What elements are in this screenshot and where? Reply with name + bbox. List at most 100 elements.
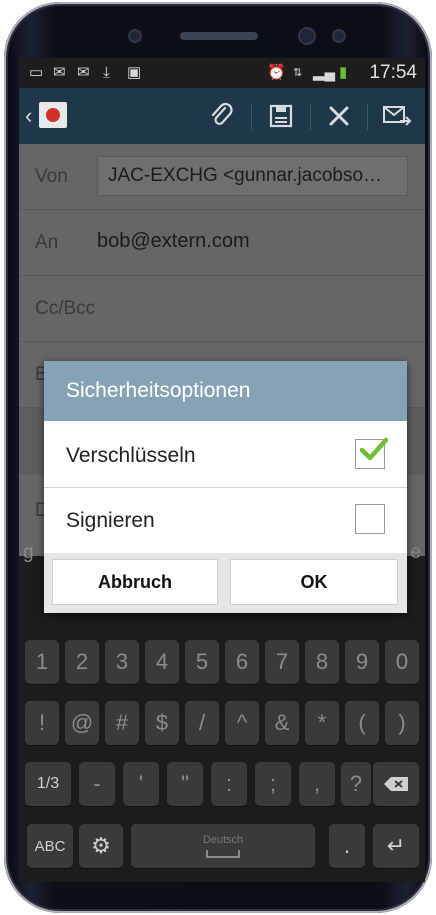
number-key[interactable]: 6 — [225, 640, 259, 684]
send-button[interactable] — [368, 88, 425, 144]
data-transfer-icon: ⇅ — [293, 67, 303, 79]
status-bar: ▭ ✉ ✉ ⤓ ▣ ⏰ ⇅ ▂▄ ▮ 17:54 — [19, 58, 425, 88]
key-label: & — [274, 710, 290, 735]
symbol-key[interactable]: $ — [145, 701, 179, 745]
symbol-key[interactable]: # — [105, 701, 139, 745]
suggestion-peek-left: g — [23, 542, 34, 563]
number-key[interactable]: 7 — [265, 640, 299, 684]
shopping-bag-icon: ▣ — [127, 64, 142, 81]
alarm-icon: ⏰ — [267, 64, 286, 81]
dialog-button-bar: Abbruch OK — [44, 553, 407, 613]
key-label: , — [313, 771, 321, 796]
key-label: - — [93, 771, 101, 796]
send-mail-icon — [382, 106, 411, 126]
number-key[interactable]: 3 — [105, 640, 139, 684]
number-key[interactable]: 5 — [185, 640, 219, 684]
to-field[interactable]: bob@extern.com — [97, 230, 250, 253]
key-label: 9 — [355, 649, 369, 674]
back-button[interactable]: ‹ — [19, 88, 75, 144]
key-label: 5 — [195, 649, 209, 674]
ok-button[interactable]: OK — [230, 559, 398, 605]
mode-switch-key[interactable]: ABC — [27, 824, 73, 868]
backspace-key[interactable] — [373, 762, 419, 806]
save-icon — [269, 104, 293, 128]
enter-icon: ↵ — [386, 833, 406, 858]
space-key[interactable]: Deutsch — [131, 824, 315, 868]
symbol-key[interactable]: - — [79, 762, 115, 806]
key-label: 1 — [35, 649, 49, 674]
key-label: ' — [138, 771, 144, 796]
voicemail-icon: ▭ — [29, 64, 44, 81]
symbol-key[interactable]: ( — [345, 701, 379, 745]
period-key[interactable]: . — [329, 824, 365, 868]
key-label: ? — [349, 771, 363, 796]
symbol-key[interactable]: ^ — [225, 701, 259, 745]
dialog-title: Sicherheitsoptionen — [66, 379, 251, 402]
key-label: 3 — [115, 649, 129, 674]
key-label: @ — [70, 710, 94, 735]
screen: ▭ ✉ ✉ ⤓ ▣ ⏰ ⇅ ▂▄ ▮ 17:54 ‹ Von JAC-EXCHG… — [19, 58, 425, 882]
sign-option[interactable]: Signieren — [44, 488, 407, 552]
number-key[interactable]: 0 — [385, 640, 419, 684]
cancel-button[interactable]: Abbruch — [52, 559, 218, 605]
key-label: $ — [155, 710, 169, 735]
symbol-key[interactable]: , — [299, 762, 335, 806]
key-label: / — [198, 710, 206, 735]
front-camera — [300, 29, 314, 43]
key-label: 2 — [75, 649, 89, 674]
close-icon — [329, 106, 349, 126]
discard-button[interactable] — [311, 88, 367, 144]
key-label: ) — [398, 710, 406, 735]
ccbcc-label[interactable]: Cc/Bcc — [35, 298, 95, 320]
phone-frame: ▭ ✉ ✉ ⤓ ▣ ⏰ ⇅ ▂▄ ▮ 17:54 ‹ Von JAC-EXCHG… — [4, 2, 432, 913]
paperclip-icon — [211, 102, 233, 125]
from-label: Von — [35, 166, 68, 187]
symbol-key[interactable]: ! — [25, 701, 59, 745]
from-account-select[interactable]: JAC-EXCHG <gunnar.jacobso… — [97, 156, 408, 196]
backspace-icon — [384, 777, 408, 791]
encrypt-checkbox[interactable] — [355, 437, 388, 469]
save-draft-button[interactable] — [252, 88, 310, 144]
checkmark-icon — [359, 437, 388, 461]
clock: 17:54 — [369, 62, 417, 83]
key-label: * — [317, 710, 327, 735]
dialog-title-bar: Sicherheitsoptionen — [44, 361, 407, 421]
attach-button[interactable] — [191, 88, 251, 144]
page-switch-key[interactable]: 1/3 — [25, 762, 71, 806]
symbol-key[interactable]: & — [265, 701, 299, 745]
symbol-key[interactable]: " — [167, 762, 203, 806]
symbol-key[interactable]: / — [185, 701, 219, 745]
number-key[interactable]: 2 — [65, 640, 99, 684]
key-label: # — [115, 710, 129, 735]
symbol-key[interactable]: : — [211, 762, 247, 806]
key-label: 7 — [275, 649, 289, 674]
mail-icon: ✉ — [53, 64, 66, 81]
key-label: ; — [269, 771, 277, 796]
encrypt-option[interactable]: Verschlüsseln — [44, 423, 407, 487]
number-key[interactable]: 1 — [25, 640, 59, 684]
key-label: 1/3 — [36, 775, 60, 792]
number-key[interactable]: 9 — [345, 640, 379, 684]
sign-label: Signieren — [66, 509, 155, 532]
number-key[interactable]: 8 — [305, 640, 339, 684]
sensor — [334, 31, 344, 41]
symbol-key[interactable]: ; — [255, 762, 291, 806]
key-label: 8 — [315, 649, 329, 674]
space-language-label: Deutsch — [202, 834, 244, 846]
sensor — [130, 31, 140, 41]
settings-key[interactable]: ⚙ — [79, 824, 123, 868]
sign-checkbox[interactable] — [355, 504, 385, 534]
symbol-key[interactable]: ? — [341, 762, 371, 806]
enter-key[interactable]: ↵ — [373, 824, 419, 868]
number-key[interactable]: 4 — [145, 640, 179, 684]
to-label: An — [35, 232, 59, 253]
symbol-key[interactable]: ) — [385, 701, 419, 745]
gear-icon: ⚙ — [91, 833, 111, 858]
symbol-key[interactable]: * — [305, 701, 339, 745]
period-label: . — [343, 833, 351, 858]
mail-app-icon — [39, 102, 67, 128]
symbol-key[interactable]: ' — [123, 762, 159, 806]
symbol-key[interactable]: @ — [65, 701, 99, 745]
key-label: " — [181, 771, 189, 796]
key-label: ^ — [236, 710, 248, 735]
